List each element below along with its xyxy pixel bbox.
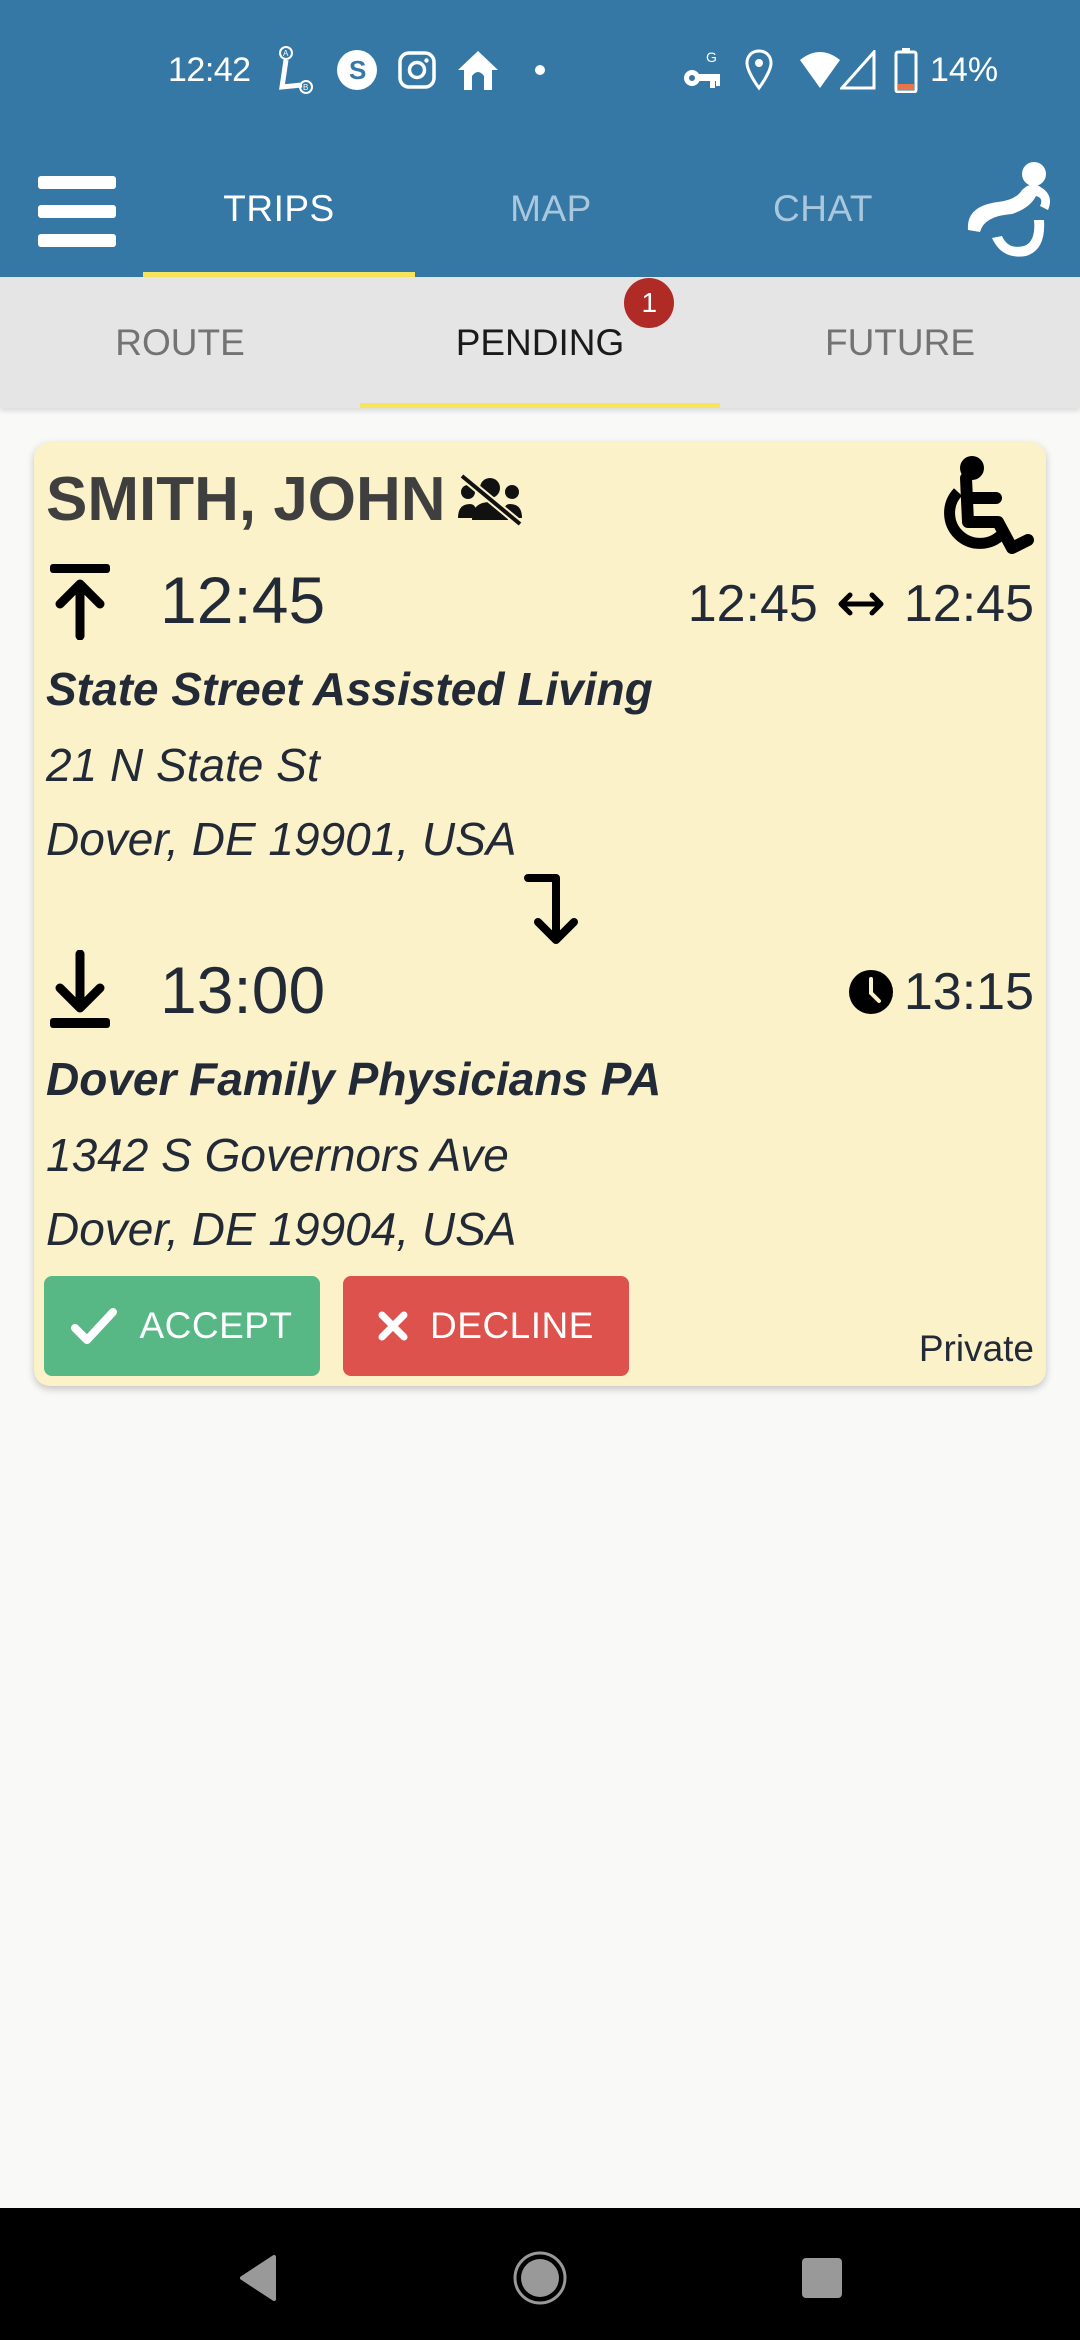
subtab-pending[interactable]: PENDING 1 — [360, 277, 720, 408]
subtab-future-label: FUTURE — [824, 321, 976, 363]
passenger-name: SMITH, JOHN — [46, 465, 446, 534]
pickup-location-name: State Street Assisted Living — [46, 663, 653, 715]
trip-card[interactable]: SMITH, JOHN 12:45 12:45 12:45 State Stre… — [34, 442, 1046, 1386]
recents-button[interactable] — [782, 2238, 862, 2318]
pickup-address-line2: Dover, DE 19901, USA — [46, 813, 517, 865]
dot-icon — [534, 46, 546, 94]
hamburger-line — [38, 205, 116, 218]
check-icon — [71, 1308, 118, 1344]
back-icon — [240, 2255, 276, 2301]
dropoff-icon — [50, 950, 110, 1028]
sub-tab-bar: ROUTE PENDING 1 FUTURE — [0, 277, 1080, 408]
pending-count-badge: 1 — [624, 277, 675, 328]
home-icon — [456, 46, 500, 94]
wheelchair-icon — [944, 456, 1034, 554]
app-logo-icon — [962, 160, 1066, 264]
wifi-icon — [798, 46, 842, 94]
battery-percent: 14% — [930, 50, 999, 89]
accept-button-label: ACCEPT — [139, 1305, 293, 1346]
tab-trips-label: TRIPS — [223, 187, 335, 229]
svg-text:S: S — [349, 55, 366, 85]
decline-button-label: DECLINE — [430, 1305, 594, 1346]
no-shared-ride-icon — [457, 472, 523, 527]
instagram-icon — [398, 46, 436, 94]
pickup-window: 12:45 12:45 — [688, 574, 1034, 634]
tab-trips[interactable]: TRIPS — [143, 140, 415, 277]
subtab-pending-label: PENDING — [455, 321, 625, 363]
vpn-key-icon: G — [682, 46, 726, 94]
tab-map-label: MAP — [510, 187, 592, 229]
svg-text:B: B — [303, 83, 308, 92]
pickup-window-end: 12:45 — [903, 575, 1034, 633]
funding-type: Private — [918, 1328, 1034, 1369]
dropoff-time-row: 13:00 — [46, 950, 325, 1030]
tab-chat-label: CHAT — [773, 187, 873, 229]
battery-icon — [894, 46, 918, 94]
hamburger-line — [38, 234, 116, 247]
home-button[interactable] — [500, 2238, 580, 2318]
left-right-arrow-icon — [838, 592, 884, 616]
pickup-address-line1: 21 N State St — [46, 739, 320, 791]
close-icon — [378, 1311, 408, 1341]
menu-button[interactable] — [38, 176, 116, 248]
subtab-route[interactable]: ROUTE — [0, 277, 360, 408]
dropoff-location-name: Dover Family Physicians PA — [46, 1053, 662, 1105]
back-button[interactable] — [218, 2238, 298, 2318]
system-nav-bar — [0, 2208, 1080, 2340]
appointment-time-value: 13:15 — [903, 963, 1034, 1021]
subtab-route-label: ROUTE — [115, 321, 245, 363]
subtab-future[interactable]: FUTURE — [720, 277, 1080, 408]
skype-icon: S — [336, 46, 378, 94]
status-time: 12:42 — [168, 50, 251, 89]
svg-text:G: G — [706, 49, 717, 65]
pickup-icon — [50, 564, 110, 640]
clock-icon — [848, 970, 893, 1014]
decline-button[interactable]: DECLINE — [343, 1276, 629, 1376]
accept-button[interactable]: ACCEPT — [44, 1276, 320, 1376]
signal-icon — [840, 46, 876, 94]
route-arrow-icon — [524, 874, 578, 944]
dropoff-address-line1: 1342 S Governors Ave — [46, 1129, 509, 1181]
pickup-time-row: 12:45 — [46, 560, 325, 640]
home-circle-icon — [513, 2251, 567, 2305]
dropoff-time: 13:00 — [160, 953, 326, 1027]
appointment-time: 13:15 — [848, 962, 1034, 1022]
pickup-time: 12:45 — [160, 563, 326, 637]
tab-map[interactable]: MAP — [415, 140, 687, 277]
status-bar: 12:42 AB S G 14% — [0, 0, 1080, 140]
recents-icon — [802, 2258, 842, 2298]
location-icon — [744, 46, 774, 94]
maps-ab-icon: AB — [276, 46, 316, 94]
tab-chat[interactable]: CHAT — [687, 140, 959, 277]
passenger-name-row: SMITH, JOHN — [46, 464, 524, 535]
hamburger-line — [38, 176, 116, 189]
dropoff-address-line2: Dover, DE 19904, USA — [46, 1203, 517, 1255]
pickup-window-start: 12:45 — [687, 575, 818, 633]
svg-text:A: A — [283, 49, 289, 58]
